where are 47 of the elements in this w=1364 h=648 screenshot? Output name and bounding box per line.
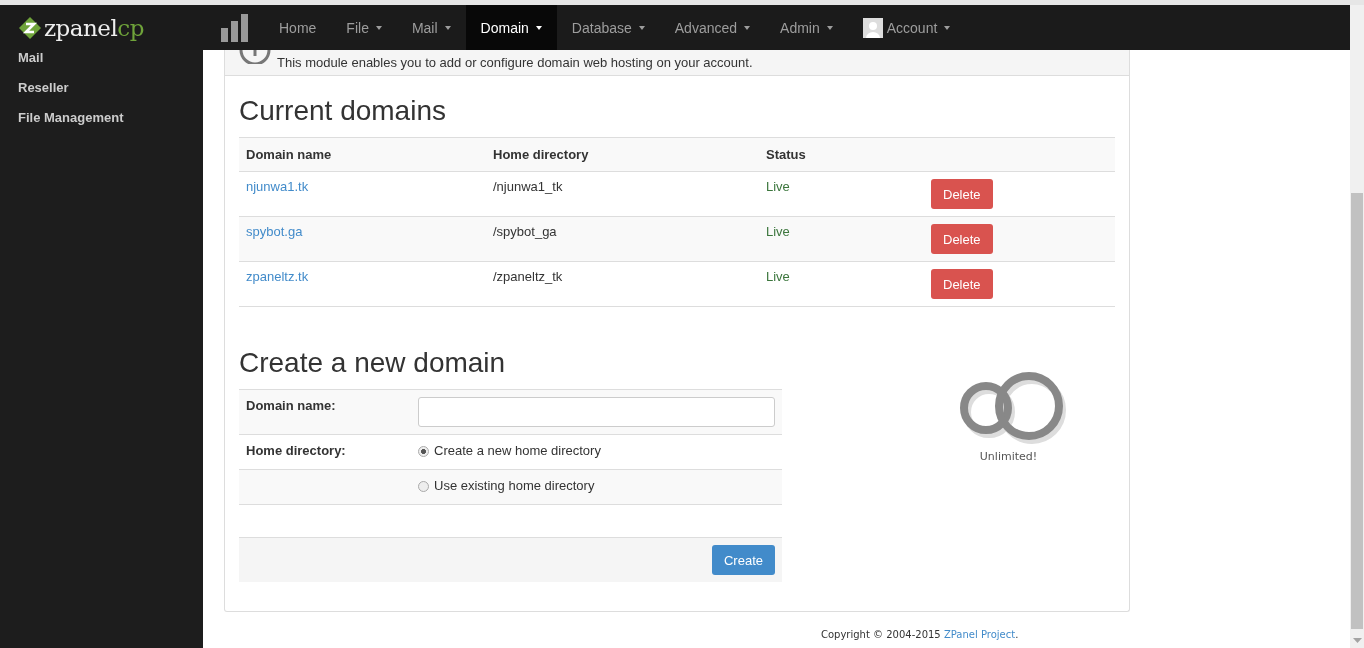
- scroll-down-icon[interactable]: [1352, 638, 1362, 643]
- bar-chart-icon: [221, 13, 249, 42]
- column-header: Home directory: [486, 137, 759, 172]
- domain-name-field[interactable]: [418, 397, 775, 427]
- column-header: Domain name: [239, 137, 486, 172]
- nav-item[interactable]: Database: [556, 5, 660, 50]
- radio-button[interactable]: [418, 445, 429, 457]
- section-title: Create a new domain: [239, 347, 507, 379]
- nav-item[interactable]: Admin: [765, 5, 848, 50]
- delete-button[interactable]: Delete: [931, 224, 993, 254]
- domain-link[interactable]: zpaneltz.tk: [246, 269, 309, 284]
- copyright-text: Copyright © 2004-2015 ZPanel Project.: [821, 629, 1019, 640]
- brand-logo-text[interactable]: zpanelcp: [44, 14, 144, 41]
- table-cell: /zpaneltz_tk: [486, 261, 759, 307]
- delete-button[interactable]: Delete: [931, 179, 993, 209]
- scrollbar-thumb[interactable]: [1351, 193, 1363, 629]
- sidebar-item[interactable]: File Management: [0, 103, 203, 133]
- scrollbar[interactable]: [1350, 5, 1364, 648]
- status-text: Live: [766, 224, 790, 239]
- radio-button[interactable]: [418, 480, 429, 492]
- nav-item[interactable]: Domain: [465, 5, 557, 50]
- nav-item[interactable]: Mail: [396, 5, 466, 50]
- column-header: Status: [759, 137, 924, 172]
- nav-item[interactable]: Account: [847, 5, 966, 50]
- field-label: Domain name:: [246, 397, 337, 415]
- status-text: Live: [766, 179, 790, 194]
- quota-label: Unlimited!: [979, 450, 1038, 463]
- radio-label[interactable]: Use existing home directory: [434, 477, 595, 495]
- create-button[interactable]: Create: [711, 545, 775, 575]
- info-text: This module enables you to add or configure domain web hosting on your account.: [277, 55, 753, 70]
- delete-button[interactable]: Delete: [931, 269, 993, 299]
- nav-item[interactable]: Advanced: [659, 5, 766, 50]
- logo-icon: [18, 15, 42, 40]
- section-title: Current domains: [239, 95, 447, 127]
- nav-item[interactable]: Home: [264, 5, 332, 50]
- avatar-icon: [862, 17, 883, 38]
- field-label: Home directory:: [246, 442, 347, 460]
- status-text: Live: [766, 269, 790, 284]
- sidebar-item[interactable]: Mail: [0, 50, 203, 73]
- sidebar-item[interactable]: Reseller: [0, 73, 203, 103]
- domain-link[interactable]: njunwa1.tk: [246, 179, 309, 194]
- table-cell: /njunwa1_tk: [486, 171, 759, 217]
- nav-item[interactable]: File: [331, 5, 397, 50]
- domain-link[interactable]: spybot.ga: [246, 224, 303, 239]
- circle-icon: [239, 50, 271, 64]
- table-cell: /spybot_ga: [486, 216, 759, 262]
- radio-label[interactable]: Create a new home directory: [434, 442, 601, 460]
